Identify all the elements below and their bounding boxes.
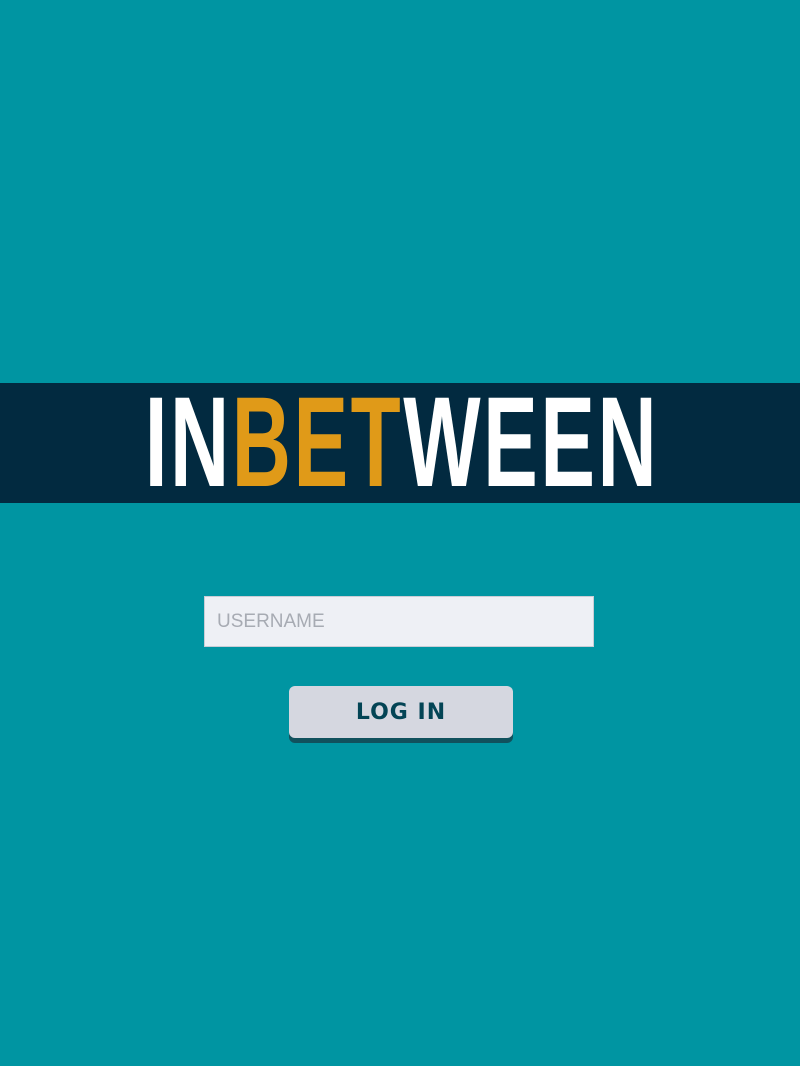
username-input[interactable] — [204, 596, 594, 647]
login-screen: INBETWEEN LOG IN — [0, 0, 800, 1066]
app-logo: INBETWEEN — [0, 378, 800, 508]
logo-part-ween: WEEN — [403, 371, 660, 514]
logo-part-bet: BET — [231, 371, 404, 514]
login-button[interactable]: LOG IN — [289, 686, 513, 738]
logo-wordmark: INBETWEEN — [145, 378, 660, 508]
logo-part-in: IN — [144, 371, 232, 514]
